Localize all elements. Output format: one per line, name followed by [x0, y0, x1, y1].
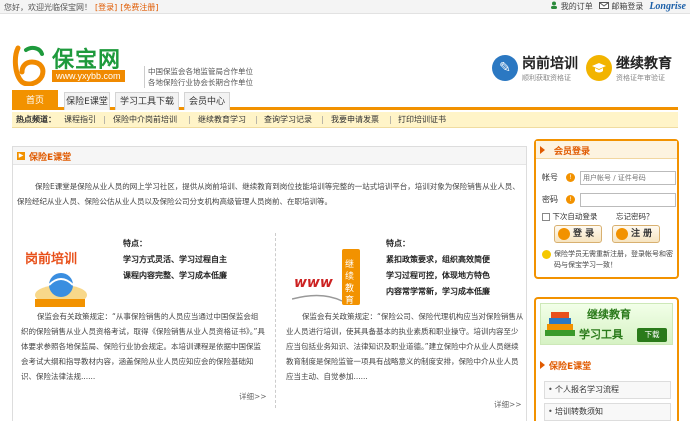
member-login-panel: 会员登录 帐号! 密码! 下次自动登录 忘记密码？ 登 录 注 册 保险学员无需…: [534, 139, 679, 279]
svg-text:续: 续: [345, 270, 354, 282]
pre-training-feature-2: 课程内容完整、学习成本低廉: [123, 271, 227, 280]
user-icon: [550, 1, 558, 11]
slogan-line-1: 中国保监会各地监管局合作单位: [148, 67, 253, 76]
sidebar-section-title: 保险E课堂: [540, 359, 591, 372]
login-button[interactable]: 登 录: [554, 225, 602, 243]
account-label: 帐号: [542, 173, 558, 182]
password-input[interactable]: [580, 193, 676, 207]
svg-text:岗前培训: 岗前培训: [25, 251, 77, 267]
tab-home[interactable]: 首页: [12, 90, 58, 110]
pre-training-features: 特点： 学习方式灵活、学习过程自主 课程内容完整、学习成本低廉: [123, 236, 227, 284]
e-classroom-title: 保险E课堂: [29, 153, 72, 163]
arrow-icon: [540, 146, 545, 154]
tab-e-classroom[interactable]: 保险E课堂: [64, 92, 110, 110]
hot-link-continuing-education[interactable]: 继续教育学习: [198, 112, 246, 128]
mailbox-login-link[interactable]: 邮箱登录: [598, 1, 643, 12]
login-notice: 保险学员无需重新注册，登录帐号和密码与保宝学习一致！: [542, 249, 676, 271]
e-classroom-intro: 保险E课堂是保险从业人员的网上学习社区，提供从岗前培训、继续教育到岗位技能培训等…: [17, 182, 520, 206]
hot-link-print-certificate[interactable]: 打印培训证书: [398, 112, 446, 128]
main-nav: 首页 保险E课堂 学习工具下载 会员中心: [12, 90, 678, 110]
cont-edu-description: 保监会有关政策规定：“保险公司、保险代理机构应当对保险销售从业人员进行培训，使其…: [286, 312, 524, 381]
sidebar-item-training-notice[interactable]: 培训转数须知: [544, 403, 671, 421]
hot-link-course-guide[interactable]: 课程指引: [64, 112, 96, 128]
brand-domain: www.yxybb.com: [52, 70, 125, 82]
banner-line-2: 学习工具: [579, 328, 623, 341]
cont-edu-feature-1: 紧扣政策要求，组织高效简便: [386, 255, 490, 264]
pre-training-feature-1: 学习方式灵活、学习过程自主: [123, 255, 227, 264]
hot-link-query-records[interactable]: 查询学习记录: [264, 112, 312, 128]
header-slogan: 中国保监会各地监管局合作单位 各地保险行业协会长期合作单位: [144, 66, 253, 88]
hot-channels-label: 热点频道：: [16, 115, 56, 124]
sidebar-item-signup-process[interactable]: 个人报名学习流程: [544, 381, 671, 399]
hot-channels-bar: 热点频道： 课程指引 | 保险中介岗前培训 | 继续教育学习 | 查询学习记录 …: [12, 112, 678, 128]
cont-edu-features: 特点： 紧扣政策要求，组织高效简便 学习过程可控，体现地方特色 内容常学常新，学…: [386, 236, 490, 300]
top-bar: 您好，欢迎光临保宝网！ [登录] [免费注册] 我的订单 邮箱登录 Longrise: [0, 0, 690, 14]
promo-pre-training-subtitle: 顺利获取资格证: [522, 74, 571, 82]
pre-training-features-title: 特点：: [123, 239, 147, 248]
top-right-links: 我的订单 邮箱登录 Longrise: [550, 1, 686, 12]
arrow-icon: [540, 361, 545, 369]
sidebar-panel: 继续教育 学习工具 下载 保险E课堂 个人报名学习流程 培训转数须知: [534, 297, 679, 421]
arrow-icon: ▶: [17, 152, 25, 160]
tab-tools-download[interactable]: 学习工具下载: [115, 92, 179, 110]
lightbulb-icon: [542, 250, 551, 259]
longrise-logo[interactable]: Longrise: [649, 1, 686, 12]
promo-pre-training[interactable]: ✎ 岗前培训 顺利获取资格证: [492, 50, 578, 86]
promo-cont-edu-subtitle: 资格证年审验证: [616, 74, 665, 82]
lock-icon: [558, 228, 570, 240]
svg-text:www: www: [294, 275, 333, 291]
my-orders-link[interactable]: 我的订单: [550, 1, 593, 12]
member-login-header: 会员登录: [536, 141, 677, 159]
logo-mark-icon: [12, 45, 46, 86]
hot-link-intermediary-training[interactable]: 保险中介岗前培训: [113, 112, 177, 128]
tab-member-center[interactable]: 会员中心: [184, 92, 230, 110]
books-icon: [545, 312, 575, 336]
download-button[interactable]: 下载: [637, 328, 667, 342]
mail-icon: [598, 2, 609, 11]
hot-link-apply-invoice[interactable]: 我要申请发票: [331, 112, 379, 128]
register-button[interactable]: 注 册: [612, 225, 660, 243]
cont-edu-tool-banner[interactable]: 继续教育 学习工具 下载: [540, 303, 673, 345]
forgot-password-link[interactable]: 忘记密码？: [616, 211, 654, 222]
pre-training-more-link[interactable]: 详细>>: [239, 391, 267, 402]
promo-pre-training-title: 岗前培训: [522, 56, 578, 72]
password-label: 密码: [542, 195, 558, 204]
login-options: 下次自动登录 忘记密码？: [542, 211, 654, 222]
login-link[interactable]: [登录]: [95, 3, 117, 12]
info-icon: !: [566, 173, 575, 182]
svg-text:教: 教: [345, 282, 354, 294]
info-icon: !: [566, 195, 575, 204]
pre-training-illustration[interactable]: 岗前培训: [21, 243, 97, 313]
welcome-text: 您好，欢迎光临保宝网！: [4, 3, 92, 12]
promo-continuing-education[interactable]: 继续教育 资格证年审验证: [586, 50, 672, 86]
promo-cont-edu-title: 继续教育: [616, 56, 672, 72]
remember-label[interactable]: 下次自动登录: [552, 212, 597, 221]
slogan-line-2: 各地保险行业协会长期合作单位: [148, 78, 253, 87]
pre-training-column: 岗前培训 特点： 学习方式灵活、学习过程自主 课程内容完整、学习成本低廉 保监会…: [17, 233, 269, 408]
cont-edu-features-title: 特点：: [386, 239, 410, 248]
account-input[interactable]: [580, 171, 676, 185]
svg-text:育: 育: [345, 294, 354, 306]
register-link[interactable]: [免费注册]: [120, 3, 158, 12]
site-logo[interactable]: 保宝网 www.yxybb.com: [12, 44, 136, 88]
cont-edu-feature-3: 内容常学常新，学习成本低廉: [386, 287, 490, 296]
pre-training-description: 保监会有关政策规定：“从事保险销售的人员应当通过中国保监会组织的保险销售从业人员…: [21, 312, 265, 381]
e-classroom-panel: ▶ 保险E课堂 保险E课堂是保险从业人员的网上学习社区，提供从岗前培训、继续教育…: [12, 146, 527, 421]
continuing-education-column: www 继 续 教 育 特点： 紧扣政策要求，组织高效简便 学习过程可控，体现地…: [275, 233, 525, 410]
user-plus-icon: [616, 228, 628, 240]
cont-edu-more-link[interactable]: 详细>>: [494, 399, 522, 410]
cont-edu-feature-2: 学习过程可控，体现地方特色: [386, 271, 490, 280]
continuing-education-illustration[interactable]: www 继 续 教 育: [292, 243, 368, 313]
graduation-cap-icon: [586, 55, 612, 81]
header: 保宝网 www.yxybb.com 中国保监会各地监管局合作单位 各地保险行业协…: [0, 14, 690, 90]
pencil-icon: ✎: [492, 55, 518, 81]
e-classroom-header: ▶ 保险E课堂: [13, 147, 526, 165]
password-row: 密码!: [542, 193, 676, 207]
banner-line-1: 继续教育: [587, 308, 631, 321]
remember-checkbox[interactable]: [542, 213, 550, 221]
account-row: 帐号!: [542, 171, 676, 185]
welcome-area: 您好，欢迎光临保宝网！ [登录] [免费注册]: [4, 2, 159, 13]
svg-text:继: 继: [345, 258, 354, 270]
member-login-title: 会员登录: [554, 147, 591, 157]
